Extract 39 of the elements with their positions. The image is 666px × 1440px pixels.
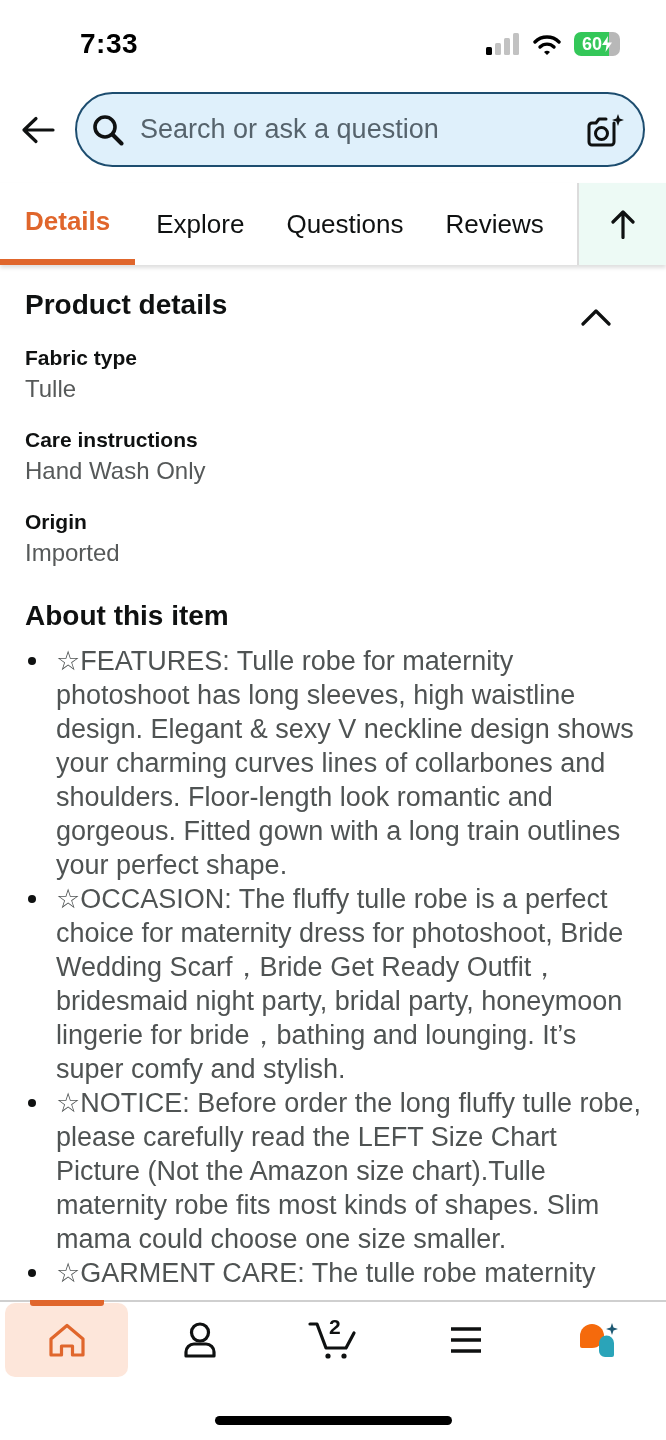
detail-label: Care instructions [25,427,198,453]
camera-sparkle-icon[interactable] [587,112,625,147]
chevron-up-icon[interactable] [581,308,611,326]
bullet-icon [28,895,36,903]
menu-icon [450,1327,483,1353]
search-field[interactable]: Search or ask a question [75,92,645,167]
detail-label: Fabric type [25,345,138,371]
cart-icon [308,1320,358,1360]
scroll-to-top-button[interactable] [577,183,666,265]
product-details-title: Product details [25,288,228,322]
bullet-text: ☆OCCASION: The fluffy tulle robe is a perfect choice for maternity dress for photoshoot, Bride Wedding Scarf，Bride Get Ready Outfit，bridesmaid night party, bridal party, honeymoon lingerie for bride，bathing and lounging. It’s super comfy and stylish. [56,883,625,1086]
signal-icon [486,33,520,55]
chat-bubbles-sparkle-icon [579,1322,620,1358]
detail-value: Tulle [25,374,77,404]
about-item-title: About this item [25,599,229,633]
status-time: 7:33 [80,28,139,60]
detail-value: Imported [25,538,120,568]
home-icon [47,1323,86,1357]
bullet-icon [28,1099,36,1107]
detail-label: Origin [25,509,87,535]
home-button[interactable] [5,1303,129,1377]
bullet-text: ☆GARMENT CARE: The tulle robe maternity [56,1257,597,1290]
person-icon [183,1322,216,1358]
search-input[interactable]: Search or ask a question [140,109,571,150]
arrow-up-icon [610,209,635,239]
cart-button[interactable]: 2 [271,1303,395,1377]
bullet-text: ☆NOTICE: Before order the long fluffy tulle robe, please carefully read the LEFT Size Chart Picture (Not the Amazon size chart).Tulle maternity robe fits most kinds of shapes. Slim mama could choose one size smaller. [56,1087,641,1256]
bullet-icon [28,657,36,665]
section-tab[interactable]: Questions [265,183,425,265]
detail-value: Hand Wash Only [25,456,206,486]
back-arrow-icon [21,115,55,144]
wifi-icon [533,33,561,55]
section-tab[interactable]: Explore [135,183,266,265]
bullet-icon [28,1269,36,1277]
bullet-text: ☆FEATURES: Tulle robe for maternity photoshoot has long sleeves, high waistline design. Elegant & sexy V neckline design shows your charming curves lines of collarbones and shoulders. Floor-length look romantic and gorgeous. Fitted gown with a long train outlines your perfect shape. [56,645,635,882]
section-tab[interactable]: Reviews [424,183,565,265]
cart-count: 2 [329,1316,341,1337]
search-icon [92,113,124,146]
battery-percent: 60 [582,35,602,53]
